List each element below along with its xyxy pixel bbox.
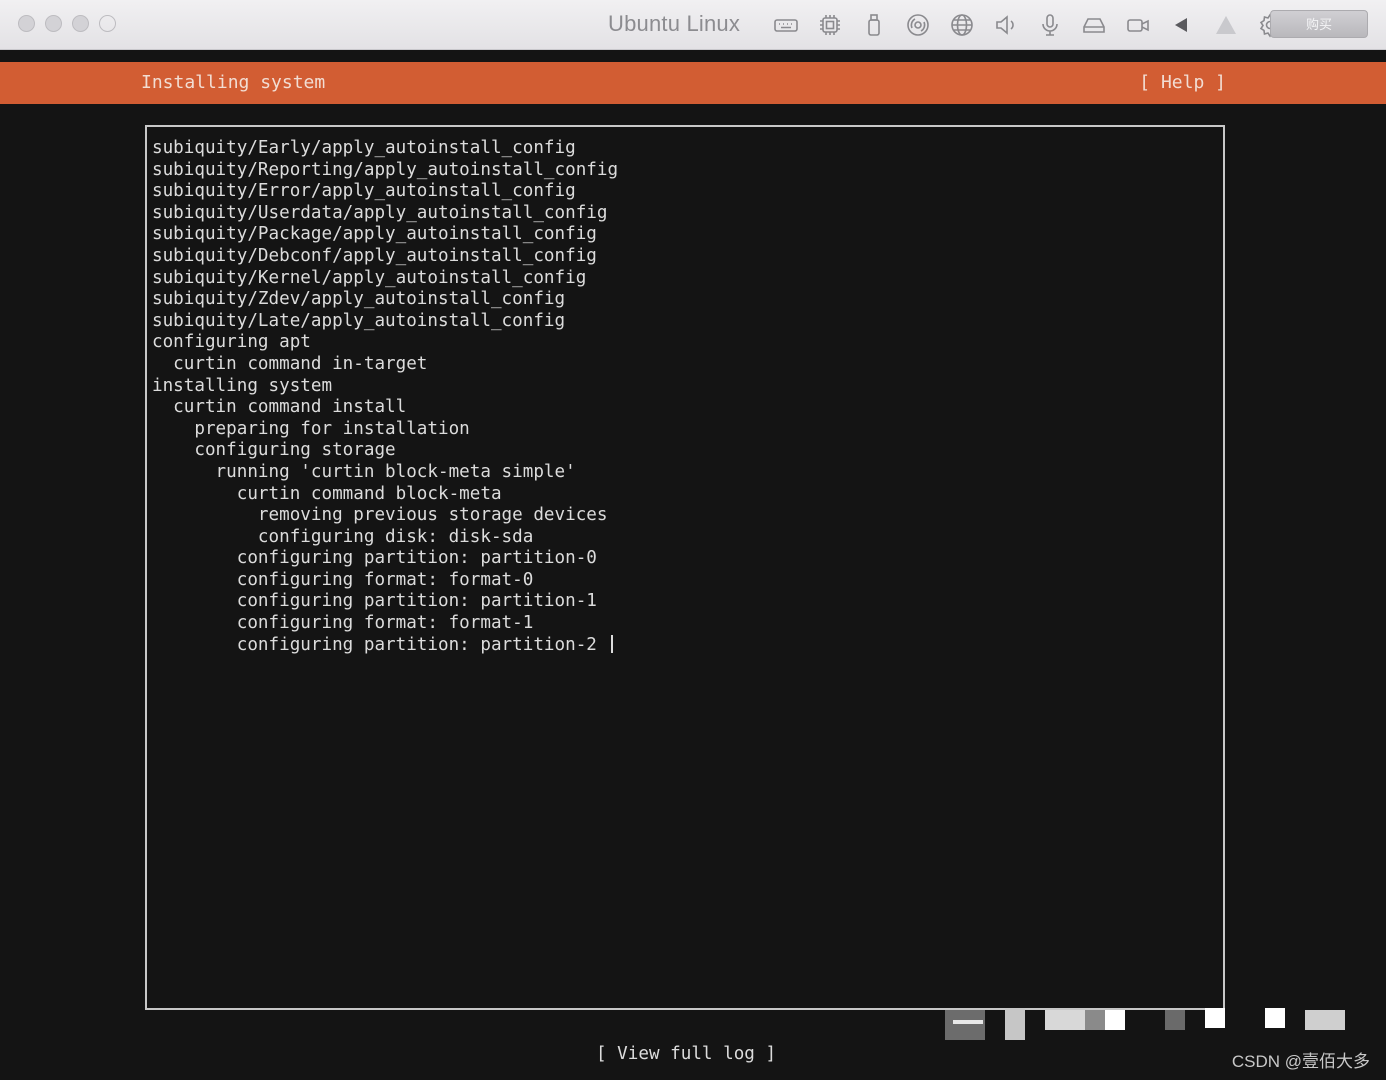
- view-full-log-button[interactable]: [ View full log ]: [596, 1044, 776, 1064]
- install-log-panel: subiquity/Early/apply_autoinstall_config…: [145, 125, 1225, 1010]
- log-line: subiquity/Error/apply_autoinstall_config: [152, 181, 576, 202]
- vm-title-bar: Ubuntu Linux 购买: [0, 0, 1386, 50]
- log-line: configuring storage: [152, 440, 396, 461]
- help-button[interactable]: [ Help ]: [1139, 72, 1226, 93]
- log-line: configuring apt: [152, 332, 311, 353]
- camera-icon[interactable]: [1116, 10, 1160, 40]
- noise-artifact: [945, 1008, 1355, 1042]
- log-line: curtin command in-target: [152, 353, 428, 374]
- buy-button[interactable]: 购买: [1270, 10, 1368, 38]
- text-cursor: [610, 634, 613, 653]
- log-line: configuring partition: partition-2: [152, 634, 618, 657]
- log-line: subiquity/Reporting/apply_autoinstall_co…: [152, 159, 619, 180]
- keyboard-icon[interactable]: [764, 10, 808, 40]
- vm-title: Ubuntu Linux: [608, 11, 741, 36]
- install-log: subiquity/Early/apply_autoinstall_config…: [152, 138, 618, 656]
- log-line: removing previous storage devices: [152, 505, 608, 526]
- disc-icon[interactable]: [896, 10, 940, 40]
- log-line: curtin command install: [152, 397, 407, 418]
- log-line: subiquity/Zdev/apply_autoinstall_config: [152, 289, 566, 310]
- microphone-icon[interactable]: [1028, 10, 1072, 40]
- zoom-window-button[interactable]: [72, 15, 89, 32]
- log-line: subiquity/Late/apply_autoinstall_config: [152, 310, 566, 331]
- log-line: configuring format: format-1: [152, 613, 534, 634]
- log-line: configuring partition: partition-1: [152, 591, 597, 612]
- speaker-icon[interactable]: [984, 10, 1028, 40]
- close-window-button[interactable]: [18, 15, 35, 32]
- log-line: subiquity/Kernel/apply_autoinstall_confi…: [152, 267, 587, 288]
- log-line: curtin command block-meta: [152, 483, 502, 504]
- log-line: subiquity/Userdata/apply_autoinstall_con…: [152, 202, 608, 223]
- fullscreen-window-button[interactable]: [99, 15, 116, 32]
- log-line: configuring partition: partition-0: [152, 548, 597, 569]
- log-line: configuring disk: disk-sda: [152, 526, 534, 547]
- window-controls: [18, 15, 116, 32]
- cpu-icon[interactable]: [808, 10, 852, 40]
- back-arrow-icon[interactable]: [1160, 10, 1204, 40]
- installer-header: Installing system [ Help ]: [0, 62, 1386, 104]
- vm-toolbar: [764, 10, 1292, 40]
- installer-title: Installing system: [141, 72, 326, 93]
- log-line: installing system: [152, 375, 333, 396]
- watermark: CSDN @壹佰大多: [1231, 1052, 1370, 1071]
- warning-icon[interactable]: [1204, 10, 1248, 40]
- usb-icon[interactable]: [852, 10, 896, 40]
- log-line: subiquity/Early/apply_autoinstall_config: [152, 138, 576, 158]
- network-icon[interactable]: [940, 10, 984, 40]
- log-line: configuring format: format-0: [152, 569, 534, 590]
- log-line: running 'curtin block-meta simple': [152, 461, 576, 482]
- log-line: subiquity/Package/apply_autoinstall_conf…: [152, 224, 597, 245]
- hard-drive-icon[interactable]: [1072, 10, 1116, 40]
- log-line: preparing for installation: [152, 418, 470, 439]
- log-line: subiquity/Debconf/apply_autoinstall_conf…: [152, 245, 597, 266]
- minimize-window-button[interactable]: [45, 15, 62, 32]
